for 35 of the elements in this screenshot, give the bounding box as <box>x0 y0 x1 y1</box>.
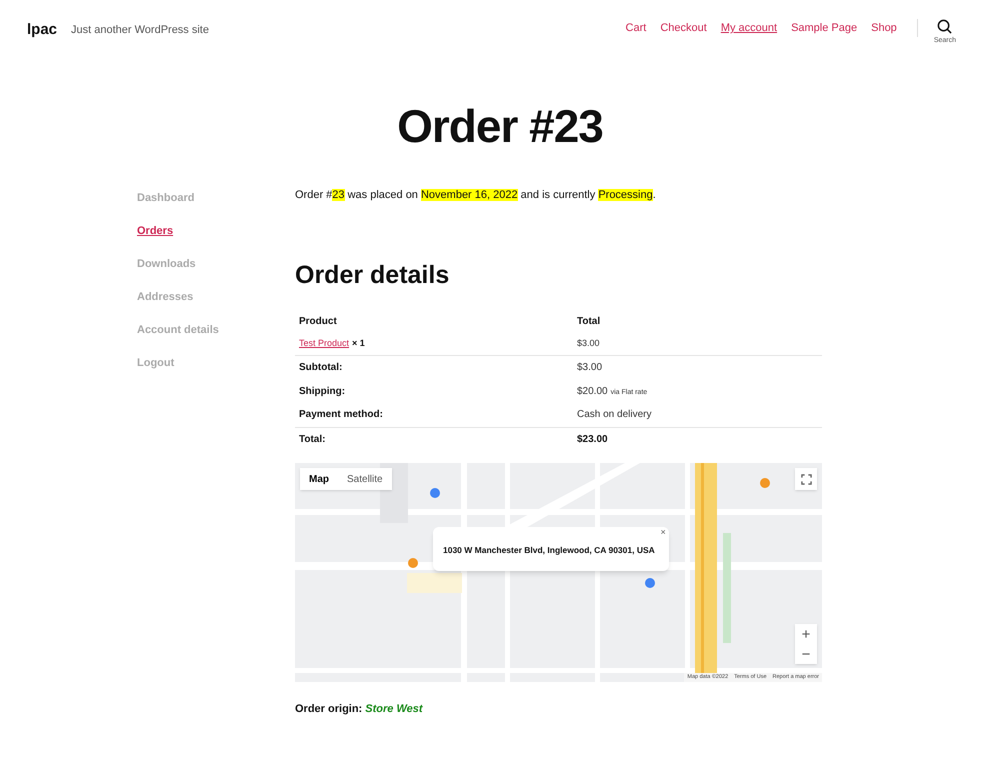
table-cell: Total: <box>295 427 573 451</box>
site-tagline: Just another WordPress site <box>71 23 209 38</box>
fullscreen-button[interactable] <box>795 468 817 490</box>
table-cell: Cash on delivery <box>577 409 652 420</box>
table-cell: $20.00 <box>577 386 608 396</box>
nav-link[interactable]: My account <box>720 20 778 36</box>
product-link[interactable]: Test Product <box>299 338 350 348</box>
site-title[interactable]: lpac <box>27 19 58 42</box>
product-quantity: × 1 <box>352 338 365 348</box>
nav-link[interactable]: Sample Page <box>791 20 858 36</box>
table-cell: $3.00 <box>573 333 822 355</box>
map-type-tab[interactable]: Satellite <box>338 468 392 490</box>
table-cell: Subtotal: <box>295 355 573 379</box>
nav-link[interactable]: Cart <box>626 20 646 36</box>
order-origin-label: Order origin: <box>295 703 362 715</box>
fullscreen-icon <box>800 474 812 484</box>
nav-link[interactable]: Checkout <box>660 20 707 36</box>
zoom-in-button[interactable]: + <box>795 624 817 644</box>
search-icon <box>937 19 952 34</box>
map-type-tab[interactable]: Map <box>300 468 338 490</box>
table-cell: Payment method: <box>295 403 573 427</box>
info-window-text: 1030 W Manchester Blvd, Inglewood, CA 90301, USA <box>443 545 655 555</box>
table-cell-text: Shipping: <box>298 384 346 398</box>
table-cell: $3.00 <box>577 362 602 373</box>
table-cell: $23.00 <box>577 434 608 445</box>
nav-link[interactable]: Shop <box>871 20 897 36</box>
column-header: Total <box>576 314 602 328</box>
zoom-out-button[interactable]: − <box>795 644 817 664</box>
order-origin-value: Store West <box>365 703 423 715</box>
page-title: Order #23 <box>396 99 604 154</box>
column-header: Product <box>298 314 338 328</box>
section-heading: Order details <box>295 260 450 291</box>
account-menu-item[interactable]: Orders <box>137 223 295 239</box>
close-button[interactable]: × <box>660 527 666 537</box>
order-status-text: Order #23 was placed on November 16, 2022 and is currently Processing. <box>295 188 657 203</box>
